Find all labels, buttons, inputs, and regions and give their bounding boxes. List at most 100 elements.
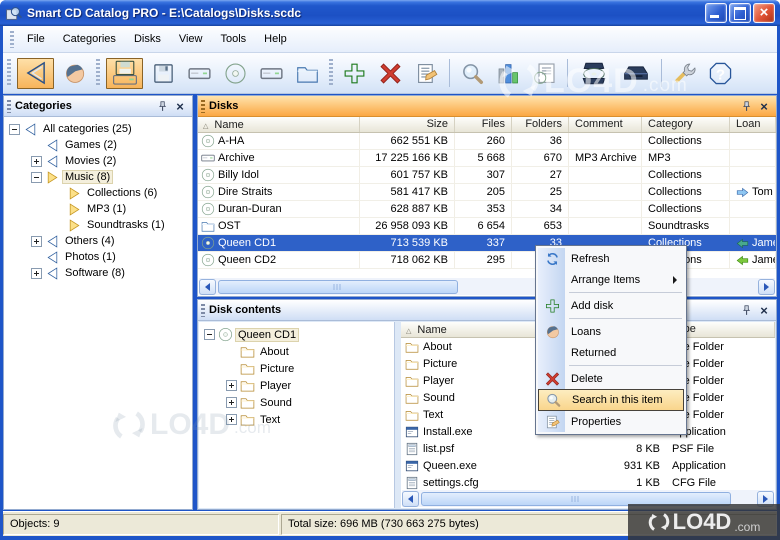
menu-item-arrange-items[interactable]: Arrange Items xyxy=(538,269,684,290)
tree-item-about[interactable]: About xyxy=(199,343,394,360)
toolbar-grip[interactable] xyxy=(329,59,333,87)
tree-item-photos[interactable]: Photos (1) xyxy=(4,249,192,265)
close-panel-icon[interactable] xyxy=(757,99,771,113)
insert-disk-button[interactable] xyxy=(575,58,612,89)
open-catalog-button[interactable] xyxy=(106,57,143,89)
table-row[interactable]: OST 26 958 093 KB 6 654 653 Soundtrasks xyxy=(198,218,776,235)
expander-plus-icon[interactable] xyxy=(226,414,237,425)
panel-grip[interactable] xyxy=(7,99,11,113)
save-button[interactable] xyxy=(148,58,179,89)
close-button[interactable] xyxy=(753,3,775,23)
scrollbar-thumb[interactable] xyxy=(218,279,458,294)
column-loan[interactable]: Loan xyxy=(730,117,776,132)
expander-minus-icon[interactable] xyxy=(31,171,42,183)
tree-item-collections[interactable]: Collections (6) xyxy=(4,185,192,201)
scrollbar-thumb[interactable] xyxy=(421,491,731,506)
close-panel-icon[interactable] xyxy=(173,99,187,113)
menu-file[interactable]: File xyxy=(18,29,54,49)
table-row[interactable]: Billy Idol 601 757 KB 307 27 Collections xyxy=(198,167,776,184)
tree-item-others[interactable]: Others (4) xyxy=(4,233,192,249)
column-size[interactable]: Size xyxy=(360,117,455,132)
scroll-left-button[interactable] xyxy=(402,490,419,507)
player-device-button[interactable] xyxy=(256,58,287,89)
menu-item-properties[interactable]: Properties xyxy=(538,411,684,432)
tree-item-software[interactable]: Software (8) xyxy=(4,265,192,281)
user-button[interactable] xyxy=(59,58,90,89)
expander-plus-icon[interactable] xyxy=(226,380,237,391)
menu-view[interactable]: View xyxy=(170,29,212,49)
expander-plus-icon[interactable] xyxy=(31,235,42,247)
file-row[interactable]: list.psf 8 KB PSF File xyxy=(401,440,775,457)
column-folders[interactable]: Folders xyxy=(512,117,569,132)
tree-item-games[interactable]: Games (2) xyxy=(4,137,192,153)
table-row[interactable]: Dire Straits 581 417 KB 205 25 Collectio… xyxy=(198,184,776,201)
device-button[interactable] xyxy=(184,58,215,89)
menubar-grip[interactable] xyxy=(10,30,14,48)
expander-plus-icon[interactable] xyxy=(31,267,42,279)
expander-plus-icon[interactable] xyxy=(31,155,42,167)
cd-icon xyxy=(201,168,215,182)
tree-item-queen-cd1[interactable]: Queen CD1 xyxy=(199,326,394,343)
expander-plus-icon[interactable] xyxy=(226,397,237,408)
menu-tools[interactable]: Tools xyxy=(211,29,255,49)
files-horizontal-scrollbar[interactable] xyxy=(402,490,774,507)
scroll-left-button[interactable] xyxy=(199,278,216,295)
tree-item-player[interactable]: Player xyxy=(199,377,394,394)
panel-grip[interactable] xyxy=(201,99,205,113)
table-row[interactable]: Archive 17 225 166 KB 5 668 670 MP3 Arch… xyxy=(198,150,776,167)
report-button[interactable] xyxy=(529,58,560,89)
pin-icon[interactable] xyxy=(740,100,753,113)
tree-item-all-categories[interactable]: All categories (25) xyxy=(4,121,192,137)
panel-grip[interactable] xyxy=(201,303,205,317)
tree-item-movies[interactable]: Movies (2) xyxy=(4,153,192,169)
settings-button[interactable] xyxy=(669,58,700,89)
disks-horizontal-scrollbar[interactable] xyxy=(199,278,775,295)
column-name[interactable]: Name xyxy=(198,117,360,132)
menu-item-refresh[interactable]: Refresh xyxy=(538,248,684,269)
menu-item-add-disk[interactable]: Add disk xyxy=(538,295,684,316)
file-row[interactable]: Queen.exe 931 KB Application xyxy=(401,457,775,474)
tree-item-picture[interactable]: Picture xyxy=(199,360,394,377)
column-category[interactable]: Category xyxy=(642,117,730,132)
scroll-right-button[interactable] xyxy=(757,490,774,507)
help-button[interactable] xyxy=(705,58,736,89)
menu-categories[interactable]: Categories xyxy=(54,29,125,49)
file-row[interactable]: settings.cfg 1 KB CFG File xyxy=(401,474,775,491)
minimize-button[interactable] xyxy=(705,3,727,23)
expander-minus-icon[interactable] xyxy=(9,123,20,135)
add-disk-button[interactable] xyxy=(339,58,370,89)
tree-item-text[interactable]: Text xyxy=(199,411,394,428)
back-button[interactable] xyxy=(17,57,54,89)
table-row[interactable]: Duran-Duran 628 887 KB 353 34 Collection… xyxy=(198,201,776,218)
pin-icon[interactable] xyxy=(740,304,753,317)
tree-item-mp3[interactable]: MP3 (1) xyxy=(4,201,192,217)
statistics-button[interactable] xyxy=(493,58,524,89)
column-files[interactable]: Files xyxy=(455,117,512,132)
search-button[interactable] xyxy=(457,58,488,89)
table-row[interactable]: Queen CD2 718 062 KB 295 29 Collections … xyxy=(198,252,776,269)
pin-icon[interactable] xyxy=(156,100,169,113)
scroll-right-button[interactable] xyxy=(758,278,775,295)
menu-item-delete[interactable]: Delete xyxy=(538,368,684,389)
menu-item-search-in-this-item[interactable]: Search in this item xyxy=(538,389,684,411)
maximize-button[interactable] xyxy=(729,3,751,23)
menu-disks[interactable]: Disks xyxy=(125,29,170,49)
toolbar-grip[interactable] xyxy=(7,59,11,87)
table-row[interactable]: A-HA 662 551 KB 260 36 Collections xyxy=(198,133,776,150)
menu-item-returned[interactable]: Returned xyxy=(538,342,684,363)
tree-item-sound[interactable]: Sound xyxy=(199,394,394,411)
eject-disk-button[interactable] xyxy=(617,58,654,89)
expander-minus-icon[interactable] xyxy=(204,329,215,340)
column-comment[interactable]: Comment xyxy=(569,117,642,132)
table-row-selected[interactable]: Queen CD1 713 539 KB 337 33 Collections … xyxy=(198,235,776,252)
close-panel-icon[interactable] xyxy=(757,303,771,317)
menu-item-loans[interactable]: Loans xyxy=(538,321,684,342)
tree-item-music[interactable]: Music (8) xyxy=(4,169,192,185)
delete-button[interactable] xyxy=(375,58,406,89)
menu-help[interactable]: Help xyxy=(255,29,296,49)
open-folder-button[interactable] xyxy=(292,58,323,89)
properties-button[interactable] xyxy=(411,58,442,89)
cd-button[interactable] xyxy=(220,58,251,89)
toolbar-grip[interactable] xyxy=(96,59,100,87)
tree-item-soundtrasks[interactable]: Soundtrasks (1) xyxy=(4,217,192,233)
